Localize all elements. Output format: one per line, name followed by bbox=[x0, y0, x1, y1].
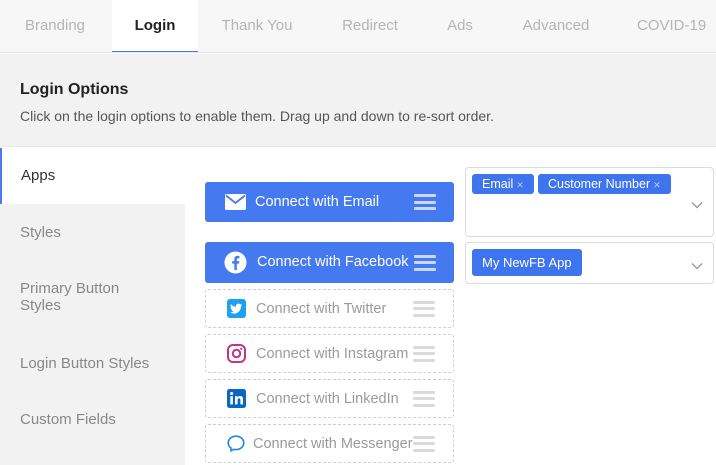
page-title: Login Options bbox=[20, 81, 129, 98]
tab-redirect[interactable]: Redirect bbox=[325, 0, 415, 52]
connect-facebook-label: Connect with Facebook bbox=[257, 254, 409, 270]
sidebar: Apps Styles Primary Button Styles Login … bbox=[0, 148, 185, 465]
connect-facebook-button[interactable]: Connect with Facebook bbox=[205, 242, 454, 283]
sidebar-item-apps[interactable]: Apps bbox=[0, 148, 185, 204]
connect-messenger-label: Connect with Messenger bbox=[253, 436, 413, 452]
sidebar-item-login-button-styles[interactable]: Login Button Styles bbox=[0, 336, 185, 392]
connect-instagram-label: Connect with Instagram bbox=[256, 346, 409, 362]
drag-handle-icon[interactable] bbox=[413, 435, 435, 452]
tab-advanced[interactable]: Advanced bbox=[508, 0, 604, 52]
chevron-down-icon[interactable] bbox=[691, 260, 703, 272]
connect-linkedin-button[interactable]: Connect with LinkedIn bbox=[205, 379, 454, 418]
tag-email-label: Email bbox=[482, 177, 514, 191]
tag-customer-number-label: Customer Number bbox=[548, 177, 651, 191]
tag-my-newfb-app[interactable]: My NewFB App bbox=[472, 249, 582, 276]
sidebar-item-primary-button-styles[interactable]: Primary Button Styles bbox=[0, 280, 130, 314]
email-fields-select[interactable]: Email ✕ Customer Number ✕ bbox=[465, 167, 714, 237]
envelope-icon bbox=[223, 190, 247, 214]
sidebar-item-custom-fields[interactable]: Custom Fields bbox=[0, 392, 185, 448]
connect-instagram-button[interactable]: Connect with Instagram bbox=[205, 334, 454, 373]
sidebar-item-styles[interactable]: Styles bbox=[0, 205, 185, 261]
messenger-icon bbox=[224, 432, 248, 456]
drag-handle-icon[interactable] bbox=[414, 194, 436, 210]
tag-email[interactable]: Email ✕ bbox=[472, 174, 534, 194]
facebook-app-select[interactable]: My NewFB App bbox=[465, 242, 714, 284]
drag-handle-icon[interactable] bbox=[414, 254, 436, 271]
drag-handle-icon[interactable] bbox=[413, 300, 435, 317]
page-description: Click on the login options to enable the… bbox=[20, 108, 494, 124]
chevron-down-icon[interactable] bbox=[691, 199, 703, 211]
facebook-icon bbox=[223, 251, 247, 275]
linkedin-icon bbox=[224, 387, 248, 411]
tag-customer-number[interactable]: Customer Number ✕ bbox=[538, 174, 671, 194]
connect-email-label: Connect with Email bbox=[255, 194, 380, 210]
login-options-header: Login Options Click on the login options… bbox=[0, 54, 716, 147]
twitter-icon bbox=[224, 297, 248, 321]
remove-tag-icon[interactable]: ✕ bbox=[516, 180, 524, 190]
tab-branding[interactable]: Branding bbox=[0, 0, 110, 52]
tab-covid-19[interactable]: COVID-19 bbox=[626, 0, 716, 52]
tab-bar: Branding Login Thank You Redirect Ads Ad… bbox=[0, 0, 716, 53]
tab-login[interactable]: Login bbox=[112, 0, 198, 52]
connect-twitter-button[interactable]: Connect with Twitter bbox=[205, 289, 454, 328]
instagram-icon bbox=[224, 342, 248, 366]
drag-handle-icon[interactable] bbox=[413, 390, 435, 407]
connect-email-button[interactable]: Connect with Email bbox=[205, 182, 454, 222]
tab-ads[interactable]: Ads bbox=[428, 0, 492, 52]
connect-messenger-button[interactable]: Connect with Messenger bbox=[205, 424, 454, 463]
connect-twitter-label: Connect with Twitter bbox=[256, 301, 387, 317]
remove-tag-icon[interactable]: ✕ bbox=[653, 180, 661, 190]
drag-handle-icon[interactable] bbox=[413, 345, 435, 362]
tag-my-newfb-app-label: My NewFB App bbox=[482, 255, 572, 270]
connect-linkedin-label: Connect with LinkedIn bbox=[256, 391, 399, 407]
tab-thank-you[interactable]: Thank You bbox=[204, 0, 310, 52]
